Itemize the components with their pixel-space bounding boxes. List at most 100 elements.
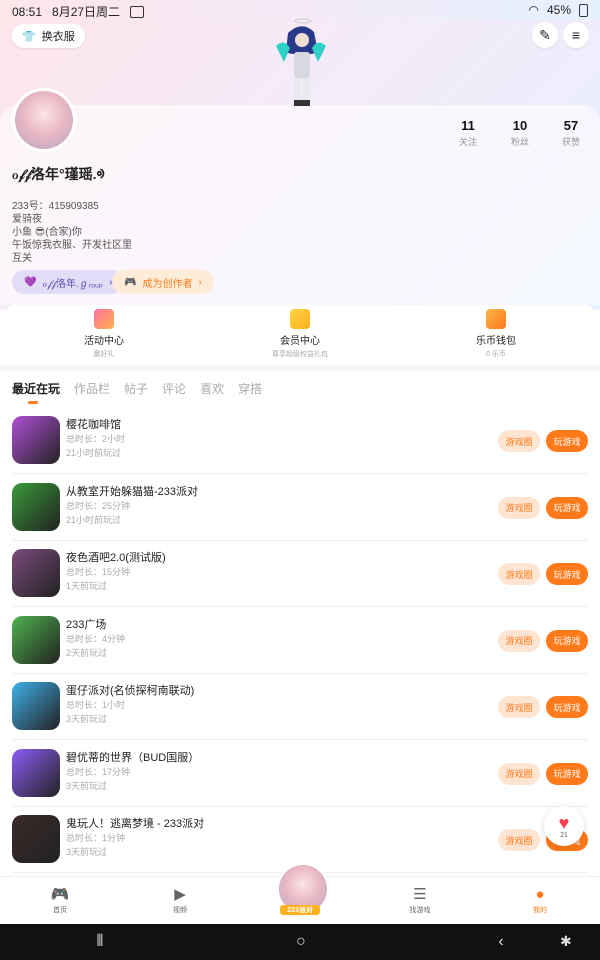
nav-label: 首页 bbox=[53, 907, 67, 914]
game-duration: 总时长：1小时 bbox=[66, 700, 126, 710]
game-last-played: 2天前玩过 bbox=[66, 647, 108, 658]
game-circle-button[interactable]: 游戏圈 bbox=[498, 829, 540, 851]
nav-label: 视频 bbox=[173, 907, 187, 914]
game-icon[interactable] bbox=[12, 682, 60, 730]
section-divider bbox=[0, 365, 600, 371]
game-duration: 总时长：4分钟 bbox=[66, 633, 126, 644]
floating-like-button[interactable]: ♥ 21 bbox=[544, 806, 584, 846]
bio-line: 爱骑夜 bbox=[12, 214, 42, 225]
game-name: 夜色酒吧2.0(测试版) bbox=[66, 552, 166, 564]
game-name: 233广场 bbox=[66, 618, 107, 631]
member-center-entry[interactable]: 会员中心 尊享超级权益礼包 bbox=[202, 305, 398, 363]
game-row[interactable]: 碧优蒂的世界（BUD国服） 总时长：17分钟 3天前玩过 游戏圈 玩游戏 bbox=[0, 741, 600, 807]
system-nav-bar: ⦀ ○ ‹ bbox=[0, 924, 600, 960]
game-circle-button[interactable]: 游戏圈 bbox=[498, 762, 540, 785]
game-icon[interactable] bbox=[12, 748, 60, 797]
game-row[interactable]: 从教室开始躲猫猫-233派对 总时长：25分钟 21小时前玩过 游戏圈 玩游戏 bbox=[0, 475, 600, 541]
game-last-played: 1天前玩过 bbox=[66, 581, 108, 591]
game-last-played: 21小时前玩过 bbox=[66, 514, 122, 525]
stat-likes-count: 57 bbox=[563, 118, 579, 133]
tab-outfits[interactable]: 穿搭 bbox=[238, 380, 262, 397]
game-icon[interactable] bbox=[12, 815, 60, 863]
crown-icon bbox=[290, 309, 310, 329]
wallet-entry[interactable]: 乐币钱包 0 乐币 bbox=[398, 305, 594, 363]
tab-posts[interactable]: 帖子 bbox=[124, 380, 148, 397]
play-game-button[interactable]: 玩游戏 bbox=[546, 496, 588, 519]
stat-following-count: 11 bbox=[461, 118, 475, 133]
play-game-button[interactable]: 玩游戏 bbox=[546, 762, 588, 785]
stat-likes-label: 获赞 bbox=[561, 137, 580, 147]
play-game-button[interactable]: 玩游戏 bbox=[546, 430, 588, 452]
character-figure[interactable] bbox=[266, 18, 336, 108]
game-icon[interactable] bbox=[12, 615, 60, 664]
edit-button[interactable]: ✎ bbox=[532, 22, 558, 48]
game-name: 从教室开始躲猫猫-233派对 bbox=[66, 485, 199, 498]
game-circle-button[interactable]: 游戏圈 bbox=[498, 629, 540, 652]
game-circle-button[interactable]: 游戏圈 bbox=[498, 563, 540, 585]
nav-mine[interactable]: ● 我的 bbox=[480, 877, 600, 925]
recent-apps-icon[interactable]: ⦀ bbox=[96, 933, 103, 951]
menu-button[interactable]: ≡ bbox=[563, 22, 589, 48]
entry-subtitle: 赢好礼 bbox=[93, 351, 115, 358]
tab-recent[interactable]: 最近在玩 bbox=[12, 380, 60, 397]
play-game-button[interactable]: 玩游戏 bbox=[546, 563, 588, 585]
game-duration: 总时长：1分钟 bbox=[66, 833, 126, 843]
status-date: 8月27日周二 bbox=[52, 5, 121, 19]
back-icon[interactable]: ‹ bbox=[498, 933, 503, 951]
change-outfit-button[interactable]: 👕 换衣服 bbox=[12, 24, 85, 48]
accessibility-icon[interactable]: ✱ bbox=[560, 933, 572, 950]
gamepad-icon: 🎮 bbox=[50, 886, 70, 903]
game-duration: 总时长：17分钟 bbox=[66, 766, 131, 777]
play-game-button[interactable]: 玩游戏 bbox=[546, 629, 588, 652]
game-name: 樱花咖啡馆 bbox=[66, 419, 121, 431]
shirt-icon: 👕 bbox=[22, 30, 36, 43]
nav-find-games[interactable]: ☰ 找游戏 bbox=[360, 877, 480, 925]
feature-entries: 活动中心 赢好礼 会员中心 尊享超级权益礼包 乐币钱包 0 乐币 bbox=[6, 305, 594, 363]
game-last-played: 3天前玩过 bbox=[66, 847, 108, 857]
activity-center-entry[interactable]: 活动中心 赢好礼 bbox=[6, 305, 202, 363]
game-circle-button[interactable]: 游戏圈 bbox=[498, 696, 540, 718]
menu-icon: ≡ bbox=[571, 27, 581, 43]
user-id[interactable]: 233号：415909385 bbox=[12, 197, 99, 212]
change-outfit-label: 换衣服 bbox=[41, 31, 75, 43]
stat-following-label: 关注 bbox=[458, 137, 477, 147]
game-row[interactable]: 夜色酒吧2.0(测试版) 总时长：15分钟 1天前玩过 游戏圈 玩游戏 bbox=[0, 541, 600, 607]
tab-works[interactable]: 作品栏 bbox=[74, 380, 110, 397]
game-last-played: 3天前玩过 bbox=[66, 714, 108, 724]
entry-subtitle: 0 乐币 bbox=[486, 351, 506, 358]
game-duration: 总时长：2小时 bbox=[66, 434, 126, 444]
tab-comments[interactable]: 评论 bbox=[162, 380, 186, 397]
game-row[interactable]: 蛋仔派对(名侦探柯南联动) 总时长：1小时 3天前玩过 游戏圈 玩游戏 bbox=[0, 674, 600, 740]
active-tab-indicator bbox=[28, 401, 38, 404]
game-name: 蛋仔派对(名侦探柯南联动) bbox=[66, 685, 195, 697]
game-icon[interactable] bbox=[12, 482, 60, 531]
game-circle-button[interactable]: 游戏圈 bbox=[498, 430, 540, 452]
game-icon[interactable] bbox=[12, 549, 60, 597]
home-circle-icon[interactable]: ○ bbox=[296, 933, 306, 951]
game-icon[interactable] bbox=[12, 416, 60, 464]
status-time: 08:51 bbox=[12, 4, 43, 19]
game-name: 碧优蒂的世界（BUD国服） bbox=[66, 751, 200, 764]
content-tabs: 最近在玩 作品栏 帖子 评论 喜欢 穿搭 bbox=[12, 380, 262, 397]
wallet-icon bbox=[486, 309, 506, 329]
game-row[interactable]: 233广场总时长：4分钟 2天前玩过 游戏圈 玩游戏 bbox=[0, 608, 600, 674]
tab-likes[interactable]: 喜欢 bbox=[200, 380, 224, 397]
game-row[interactable]: 樱花咖啡馆 总时长：2小时 21小时前玩过 游戏圈 玩游戏 bbox=[0, 408, 600, 474]
profile-icon: ● bbox=[535, 886, 545, 903]
nav-video[interactable]: ▶ 视频 bbox=[120, 877, 240, 925]
battery-icon bbox=[579, 3, 588, 17]
play-game-button[interactable]: 玩游戏 bbox=[546, 696, 588, 718]
bio-line: 小鱼 😎(合家)你 bbox=[12, 227, 82, 238]
nav-party-label: 233派对 bbox=[280, 905, 320, 915]
profile-avatar[interactable] bbox=[12, 88, 76, 152]
nav-home[interactable]: 🎮 首页 bbox=[0, 877, 120, 925]
become-creator-button[interactable]: 🎮 成为创作者 › bbox=[112, 270, 214, 294]
stat-following[interactable]: 11 关注 bbox=[438, 118, 498, 148]
game-last-played: 3天前玩过 bbox=[66, 780, 108, 791]
chevron-right-icon: › bbox=[198, 276, 202, 288]
stat-likes[interactable]: 57 获赞 bbox=[541, 118, 600, 148]
video-icon: ▶ bbox=[174, 886, 186, 903]
game-circle-button[interactable]: 游戏圈 bbox=[498, 496, 540, 519]
entry-title: 乐币钱包 bbox=[476, 336, 516, 347]
group-tag[interactable]: 💜 ℴ𝒻𝒻洛年.ℊᵣₒᵤₚ › bbox=[12, 270, 125, 294]
